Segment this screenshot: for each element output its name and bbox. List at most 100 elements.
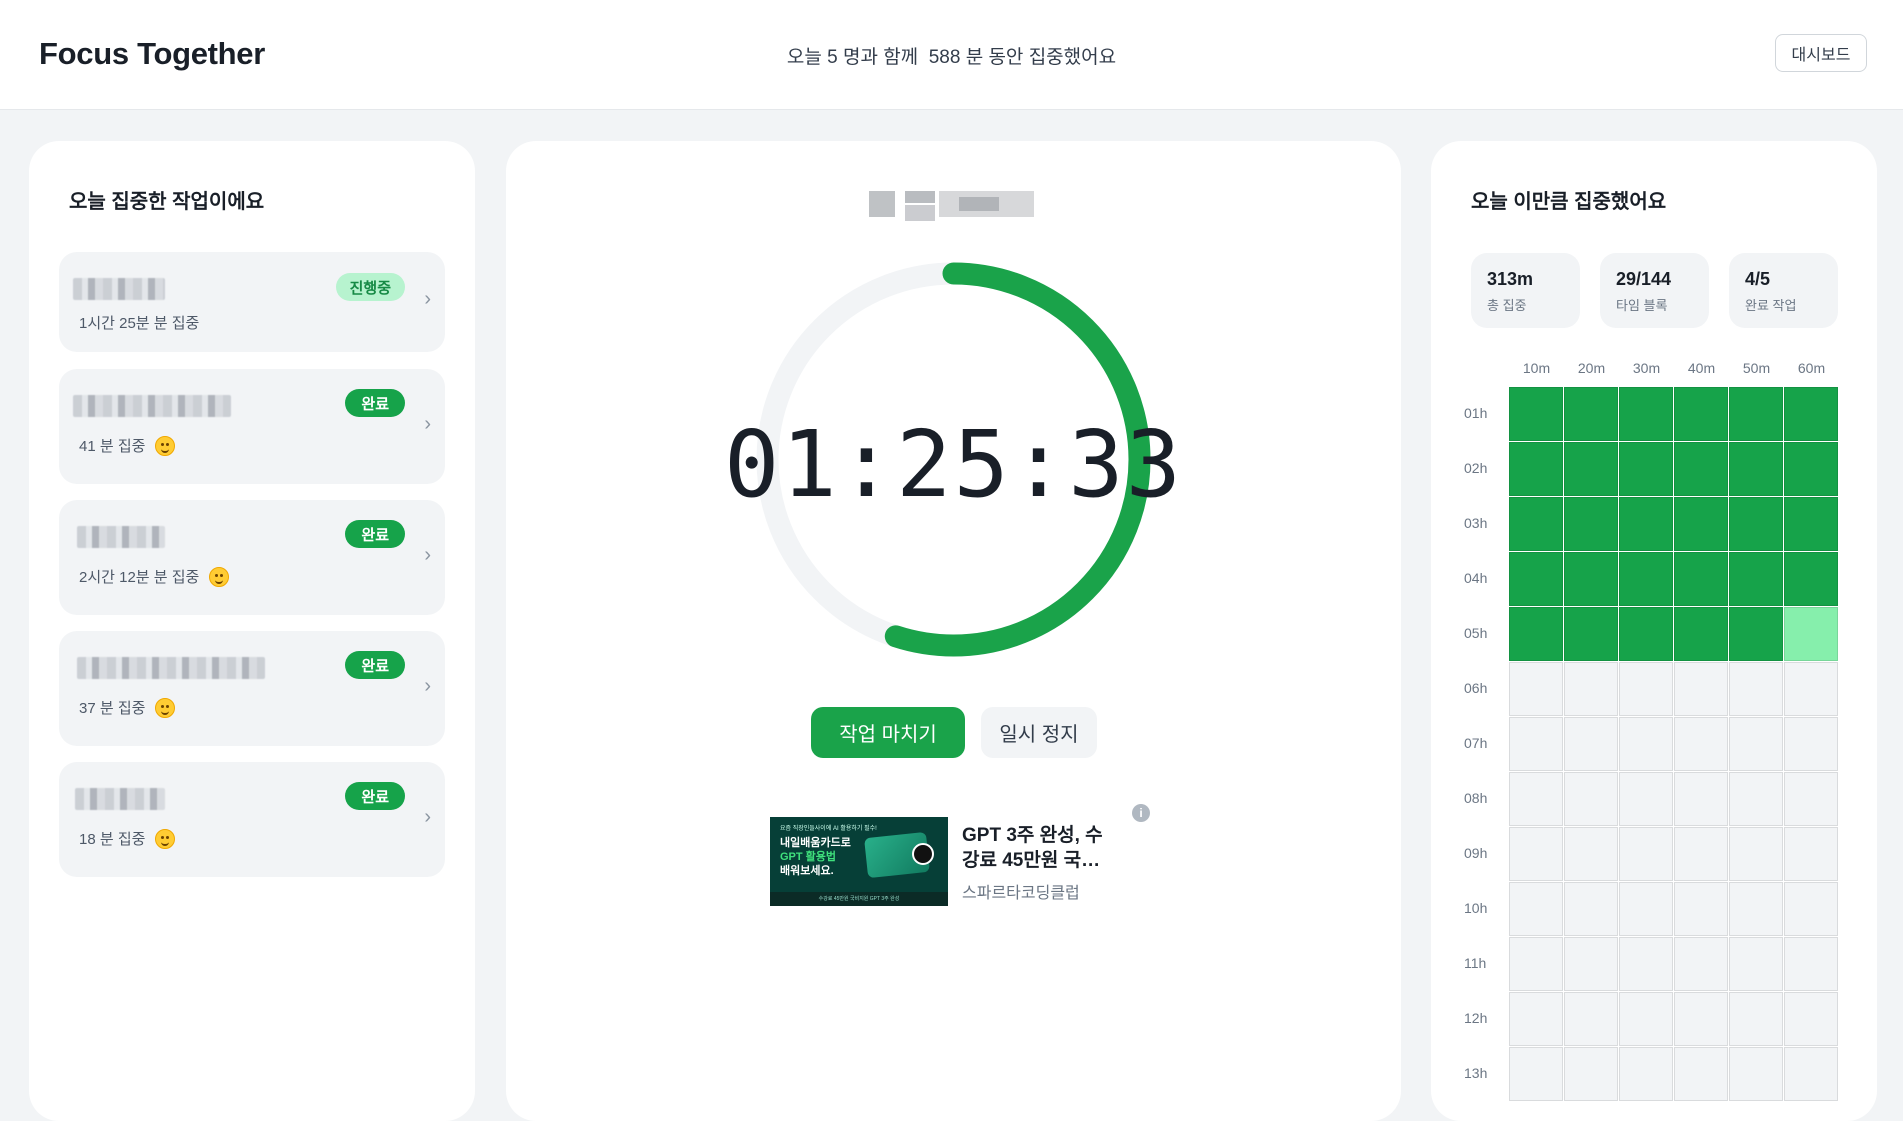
chevron-right-icon: › bbox=[424, 413, 431, 435]
chevron-right-icon: › bbox=[424, 806, 431, 828]
grid-row-label: 07h bbox=[1464, 735, 1488, 751]
time-block-cell bbox=[1784, 717, 1838, 771]
chevron-right-icon: › bbox=[424, 544, 431, 566]
task-title-redacted bbox=[73, 395, 231, 417]
time-block-cell bbox=[1509, 882, 1563, 936]
task-duration: 41 분 집중 bbox=[79, 435, 176, 456]
task-card[interactable]: 완료 › 2시간 12분 분 집중 bbox=[59, 500, 445, 615]
status-badge: 완료 bbox=[345, 389, 405, 417]
timer-display: 01:25:33 bbox=[723, 411, 1184, 518]
time-block-cell bbox=[1674, 607, 1728, 661]
time-block-cell bbox=[1564, 662, 1618, 716]
time-block-cell bbox=[1564, 882, 1618, 936]
grid-row-label: 06h bbox=[1464, 680, 1488, 696]
time-block-cell bbox=[1564, 497, 1618, 551]
time-block-cell bbox=[1564, 827, 1618, 881]
stat-label: 총 집중 bbox=[1487, 298, 1527, 313]
ad-title[interactable]: GPT 3주 완성, 수강료 45만원 국… bbox=[962, 823, 1107, 873]
grid-row-label: 02h bbox=[1464, 460, 1488, 476]
task-list-title: 오늘 집중한 작업이에요 bbox=[69, 191, 265, 213]
time-block-cell bbox=[1509, 607, 1563, 661]
task-card[interactable]: 완료 › 37 분 집중 bbox=[59, 631, 445, 746]
time-block-cell bbox=[1784, 607, 1838, 661]
ad-source[interactable]: 스파르타코딩클럽 bbox=[962, 879, 1080, 903]
time-block-cell bbox=[1729, 772, 1783, 826]
stat-time-blocks: 29/144 타임 블록 bbox=[1600, 253, 1709, 328]
smile-emoji-icon bbox=[155, 435, 176, 456]
time-block-cell bbox=[1564, 992, 1618, 1046]
time-block-cell bbox=[1509, 442, 1563, 496]
grid-row-label: 04h bbox=[1464, 570, 1488, 586]
info-icon[interactable]: i bbox=[1132, 804, 1150, 822]
task-duration: 1시간 25분 분 집중 bbox=[79, 312, 199, 333]
grid-column-label: 40m bbox=[1687, 360, 1716, 376]
time-block-cell bbox=[1784, 937, 1838, 991]
time-block-cell bbox=[1619, 552, 1673, 606]
task-title-redacted bbox=[77, 657, 265, 679]
focus-stats-panel: 오늘 이만큼 집중했어요 313m 총 집중 29/144 타임 블록 4/5 … bbox=[1431, 141, 1877, 1121]
time-block-cell bbox=[1784, 992, 1838, 1046]
time-block-cell bbox=[1619, 607, 1673, 661]
ad-thumb-line3: 배워보세요. bbox=[780, 865, 834, 877]
today-summary-text: 오늘 5 명과 함께 588 분 동안 집중했어요 bbox=[786, 47, 1117, 68]
grid-row-label: 09h bbox=[1464, 845, 1488, 861]
stat-value: 4/5 bbox=[1745, 269, 1771, 289]
time-block-cell bbox=[1564, 442, 1618, 496]
chevron-right-icon: › bbox=[424, 288, 431, 310]
time-block-cell bbox=[1619, 717, 1673, 771]
task-card[interactable]: 완료 › 41 분 집중 bbox=[59, 369, 445, 484]
time-block-cell bbox=[1784, 827, 1838, 881]
stat-label: 타임 블록 bbox=[1616, 298, 1668, 313]
status-badge: 완료 bbox=[345, 782, 405, 810]
grid-column-label: 60m bbox=[1797, 360, 1826, 376]
task-duration-text: 1시간 25분 분 집중 bbox=[79, 315, 200, 332]
time-block-cell bbox=[1509, 387, 1563, 441]
ad-thumbnail[interactable]: 요즘 직장인들사이에 AI 활용하기 필수! 내일배움카드로 GPT 활용법 배… bbox=[770, 817, 948, 906]
task-duration-text: 2시간 12분 분 집중 bbox=[79, 569, 200, 586]
finish-task-button[interactable]: 작업 마치기 bbox=[811, 707, 965, 758]
time-block-cell bbox=[1619, 772, 1673, 826]
grid-column-label: 10m bbox=[1522, 360, 1551, 376]
current-task-title-redacted bbox=[869, 183, 1034, 223]
time-block-cell bbox=[1674, 662, 1728, 716]
time-block-cell bbox=[1674, 442, 1728, 496]
task-title-redacted bbox=[73, 278, 165, 300]
time-block-cell bbox=[1674, 992, 1728, 1046]
time-block-cell bbox=[1509, 937, 1563, 991]
smile-emoji-icon bbox=[155, 828, 176, 849]
grid-column-label: 30m bbox=[1632, 360, 1661, 376]
pause-button[interactable]: 일시 정지 bbox=[981, 707, 1097, 758]
task-duration-text: 37 분 집중 bbox=[79, 700, 146, 717]
grid-row-label: 05h bbox=[1464, 625, 1488, 641]
time-block-cell bbox=[1674, 882, 1728, 936]
task-card[interactable]: 진행중 › 1시간 25분 분 집중 bbox=[59, 252, 445, 352]
ad-thumb-footer: 수강료 45만원 국비지원 GPT 3주 완성 bbox=[770, 892, 948, 906]
time-block-cell bbox=[1674, 717, 1728, 771]
time-block-cell bbox=[1784, 1047, 1838, 1101]
time-block-cell bbox=[1564, 772, 1618, 826]
openai-logo-icon bbox=[912, 843, 934, 865]
stat-value: 313m bbox=[1487, 269, 1534, 289]
time-block-cell bbox=[1564, 387, 1618, 441]
time-block-cell bbox=[1729, 662, 1783, 716]
stat-completed-tasks: 4/5 완료 작업 bbox=[1729, 253, 1838, 328]
time-block-cell bbox=[1509, 992, 1563, 1046]
task-card[interactable]: 완료 › 18 분 집중 bbox=[59, 762, 445, 877]
time-block-cell bbox=[1729, 1047, 1783, 1101]
time-block-cell bbox=[1674, 1047, 1728, 1101]
time-block-cell bbox=[1729, 882, 1783, 936]
time-block-cell bbox=[1674, 937, 1728, 991]
time-block-cell bbox=[1509, 497, 1563, 551]
time-block-cell bbox=[1674, 827, 1728, 881]
time-block-cell bbox=[1674, 552, 1728, 606]
time-block-cell bbox=[1619, 827, 1673, 881]
status-badge: 진행중 bbox=[335, 273, 405, 301]
task-duration: 18 분 집중 bbox=[79, 828, 176, 849]
chevron-right-icon: › bbox=[424, 675, 431, 697]
time-block-cell bbox=[1619, 387, 1673, 441]
grid-row-label: 12h bbox=[1464, 1010, 1488, 1026]
today-summary: 오늘 5 명과 함께 588 분 동안 집중했어요 bbox=[0, 42, 1903, 69]
grid-row-label: 03h bbox=[1464, 515, 1488, 531]
time-block-cell bbox=[1509, 662, 1563, 716]
dashboard-button[interactable]: 대시보드 bbox=[1775, 34, 1867, 72]
